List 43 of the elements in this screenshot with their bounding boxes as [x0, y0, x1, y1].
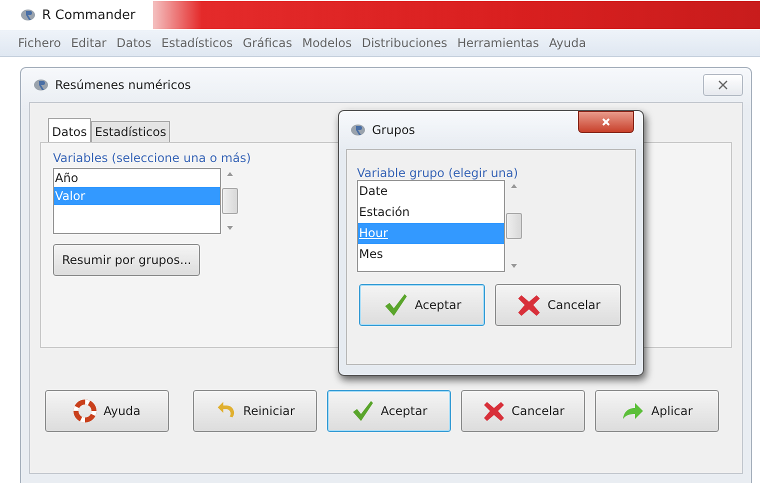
list-label: Variable grupo (elegir una)	[357, 166, 518, 180]
menu-item[interactable]: Herramientas	[457, 36, 540, 50]
menu-item[interactable]: Datos	[116, 36, 152, 50]
menu-item[interactable]: Modelos	[302, 36, 352, 50]
r-logo-icon	[20, 7, 36, 23]
scroll-up-icon[interactable]	[511, 184, 517, 188]
scroll-down-icon[interactable]	[511, 264, 517, 268]
dialog-button[interactable]: Cancelar	[495, 284, 621, 326]
dialog-button[interactable]: Cancelar	[461, 390, 585, 432]
r-logo-icon	[33, 77, 49, 93]
menu-item[interactable]: Distribuciones	[362, 36, 448, 50]
dialog-button[interactable]: Aplicar	[595, 390, 719, 432]
dialog-button[interactable]: Aceptar	[327, 390, 451, 432]
r-logo-icon	[350, 122, 366, 138]
tab[interactable]: Datos	[48, 118, 91, 142]
cross-icon	[482, 399, 506, 423]
menu-item[interactable]: Fichero	[18, 36, 61, 50]
menu-item[interactable]: Estadísticos	[161, 36, 233, 50]
close-button[interactable]	[703, 74, 743, 96]
tab[interactable]: Estadísticos	[90, 121, 170, 142]
menu-item[interactable]: Gráficas	[242, 36, 292, 50]
window-title: R Commander	[42, 8, 136, 22]
list-item[interactable]: Estación	[358, 202, 504, 223]
checkmark-icon	[382, 292, 409, 318]
list-label: Variables (seleccione una o más)	[53, 151, 251, 165]
summarize-by-groups-button[interactable]: Resumir por grupos...	[53, 244, 200, 276]
list-item[interactable]: Año	[54, 169, 220, 187]
dialog-title: Grupos	[372, 123, 416, 137]
scroll-down-icon[interactable]	[227, 226, 233, 230]
lifebuoy-icon	[73, 399, 98, 423]
dialog-button[interactable]: Reiniciar	[193, 390, 317, 432]
close-icon	[718, 80, 728, 90]
dialog-button[interactable]: Ayuda	[45, 390, 169, 432]
dialog-button[interactable]: Aceptar	[359, 284, 485, 326]
scroll-up-icon[interactable]	[227, 172, 233, 176]
close-button[interactable]	[578, 111, 634, 133]
dialog-title: Resúmenes numéricos	[55, 78, 191, 92]
checkmark-icon	[350, 399, 375, 423]
menu-item[interactable]: Editar	[70, 36, 106, 50]
list-item[interactable]: Date	[358, 181, 504, 202]
list-item[interactable]: Mes	[358, 244, 504, 265]
close-icon	[601, 117, 611, 127]
menu-item[interactable]: Ayuda	[549, 36, 586, 50]
